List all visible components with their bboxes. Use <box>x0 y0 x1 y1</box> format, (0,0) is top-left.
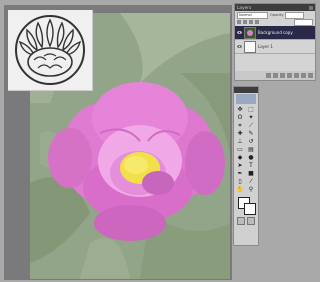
lock-all-icon[interactable] <box>255 20 259 24</box>
stencil-flower-icon <box>15 15 85 85</box>
marquee-icon[interactable]: ⬚ <box>246 106 256 113</box>
adjustment-layer-icon[interactable] <box>287 73 292 78</box>
background-color-swatch[interactable] <box>244 203 256 215</box>
layer-mask-icon[interactable] <box>280 73 285 78</box>
stencil-overlay <box>8 10 93 91</box>
color-swatches <box>236 197 256 215</box>
gradient-icon[interactable]: ▤ <box>246 146 256 153</box>
layer-thumbnail <box>244 26 256 39</box>
dodge-icon[interactable]: ● <box>246 154 256 161</box>
layers-panel-footer <box>235 71 315 80</box>
magic-wand-icon[interactable]: ✦ <box>246 114 256 121</box>
new-group-icon[interactable] <box>294 73 299 78</box>
pen-icon[interactable]: ✒ <box>235 170 245 177</box>
eraser-icon[interactable]: ▭ <box>235 146 245 153</box>
opacity-field[interactable] <box>285 11 305 19</box>
opacity-label: Opacity <box>270 13 284 17</box>
link-layers-icon[interactable] <box>266 73 271 78</box>
tools-titlebar[interactable] <box>234 87 258 93</box>
layer-name[interactable]: Background copy <box>258 30 293 35</box>
layer-name[interactable]: Layer 1 <box>258 44 273 49</box>
lock-transparency-icon[interactable] <box>237 20 241 24</box>
tool-grid: ✥ ⬚ ʘ ✦ ⌗ ⟋ ✚ ✎ ⊥ ↺ ▭ ▤ ◆ ● ➤ T ✒ ■ ▯ ⁄ ✋ ⚲ <box>234 105 258 194</box>
stamp-icon[interactable]: ⊥ <box>235 138 245 145</box>
blend-mode-select[interactable]: Normal <box>237 11 268 19</box>
tools-panel: ✥ ⬚ ʘ ✦ ⌗ ⟋ ✚ ✎ ⊥ ↺ ▭ ▤ ◆ ● ➤ T ✒ ■ ▯ ⁄ ✋ ⚲ <box>233 86 259 246</box>
blur-icon[interactable]: ◆ <box>235 154 245 161</box>
new-layer-icon[interactable] <box>301 73 306 78</box>
panel-menu-icon[interactable] <box>309 5 313 10</box>
zoom-icon[interactable]: ⚲ <box>246 186 256 193</box>
healing-icon[interactable]: ✚ <box>235 130 245 137</box>
eyedropper-icon[interactable]: ⁄ <box>246 178 256 185</box>
notes-icon[interactable]: ▯ <box>235 178 245 185</box>
standard-mode-button[interactable] <box>237 217 245 225</box>
shape-icon[interactable]: ■ <box>246 170 256 177</box>
lock-pixels-icon[interactable] <box>243 20 247 24</box>
layer-row-layer-1[interactable]: Layer 1 <box>235 40 315 54</box>
lock-position-icon[interactable] <box>249 20 253 24</box>
layer-style-icon[interactable] <box>273 73 278 78</box>
path-select-icon[interactable]: ➤ <box>235 162 245 169</box>
move-icon[interactable]: ✥ <box>235 106 245 113</box>
fill-field[interactable] <box>294 18 313 26</box>
document-window <box>4 5 232 280</box>
slice-icon[interactable]: ⟋ <box>246 122 256 129</box>
brush-icon[interactable]: ✎ <box>246 130 256 137</box>
app-logo[interactable] <box>236 94 256 104</box>
delete-layer-icon[interactable] <box>308 73 313 78</box>
layers-panel-titlebar[interactable]: Layers <box>235 4 315 11</box>
crop-icon[interactable]: ⌗ <box>235 122 245 129</box>
history-brush-icon[interactable]: ↺ <box>246 138 256 145</box>
layer-thumbnail <box>244 40 256 53</box>
visibility-eye-icon[interactable] <box>237 30 242 35</box>
hand-icon[interactable]: ✋ <box>235 186 245 193</box>
type-icon[interactable]: T <box>246 162 256 169</box>
layers-tab[interactable]: Layers <box>237 5 251 10</box>
layers-panel: Layers Normal Opacity Background copy La… <box>234 3 316 81</box>
visibility-eye-icon[interactable] <box>237 44 242 49</box>
layer-row-background-copy[interactable]: Background copy <box>235 26 315 40</box>
quick-mask-button[interactable] <box>247 217 255 225</box>
lasso-icon[interactable]: ʘ <box>235 114 245 121</box>
